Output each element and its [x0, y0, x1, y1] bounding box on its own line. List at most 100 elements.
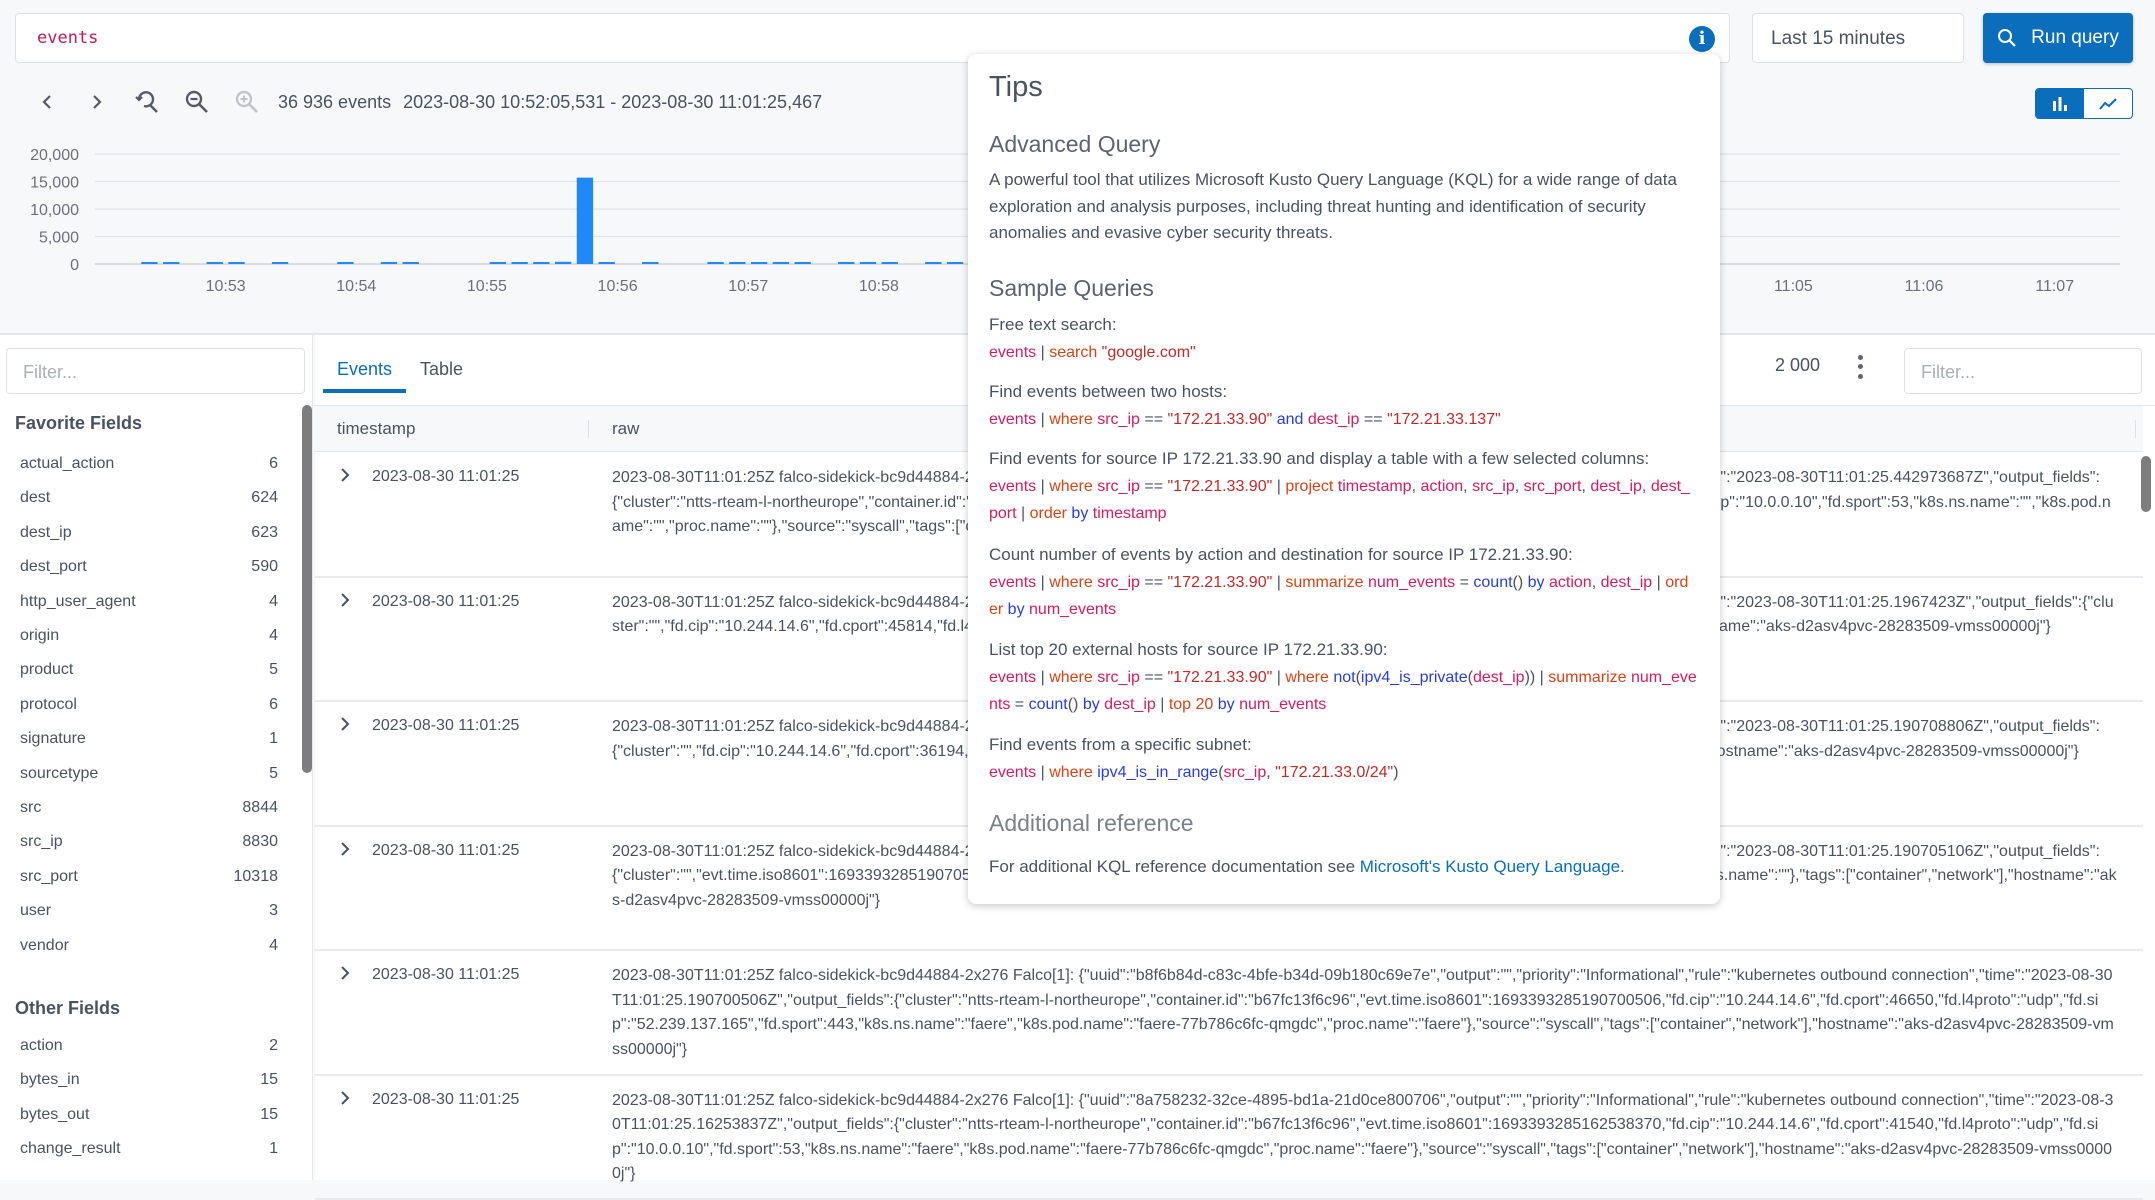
sample-query-code[interactable]: events | where src_ip == "172.21.33.90" …	[989, 406, 1697, 433]
zoom-in-icon[interactable]	[222, 86, 272, 118]
field-item[interactable]: action2	[20, 1037, 278, 1067]
histogram-bar	[642, 262, 658, 264]
line-chart-toggle[interactable]	[2084, 89, 2132, 118]
zoom-reset-icon[interactable]	[122, 86, 172, 118]
field-item[interactable]: vendor4	[20, 937, 278, 967]
query-token: events	[989, 478, 1036, 495]
field-item[interactable]: product5	[20, 661, 278, 691]
field-item[interactable]: src8844	[20, 799, 278, 829]
expand-chevron-icon[interactable]	[337, 716, 353, 732]
query-text[interactable]: events	[37, 28, 98, 48]
event-row[interactable]: 2023-08-30 11:01:25 2023-08-30T11:01:25Z…	[315, 951, 2143, 1076]
field-item[interactable]: bytes_in15	[20, 1071, 278, 1101]
query-token: ))	[1525, 669, 1536, 686]
field-item[interactable]: src_ip8830	[20, 833, 278, 863]
x-tick-label: 10:55	[467, 278, 507, 295]
field-item[interactable]: origin4	[20, 627, 278, 657]
field-name: origin	[20, 627, 59, 657]
run-query-label: Run query	[2031, 27, 2119, 49]
event-timestamp: 2023-08-30 11:01:25	[372, 468, 519, 486]
query-token: |	[1017, 505, 1030, 522]
expand-chevron-icon[interactable]	[337, 841, 353, 857]
expand-chevron-icon[interactable]	[337, 1090, 353, 1106]
field-item[interactable]: dest_port590	[20, 558, 278, 588]
sample-query-code[interactable]: events | where ipv4_is_in_range(src_ip, …	[989, 759, 1697, 786]
column-header-raw[interactable]: raw	[612, 419, 639, 439]
sidebar-scrollbar[interactable]	[302, 405, 312, 773]
field-item[interactable]: dest624	[20, 489, 278, 519]
field-item[interactable]: protocol6	[20, 696, 278, 726]
query-token: ,	[1581, 478, 1590, 495]
event-timestamp: 2023-08-30 11:01:25	[372, 593, 519, 611]
field-item[interactable]: user3	[20, 902, 278, 932]
reference-text: For additional KQL reference documentati…	[989, 857, 1360, 876]
tab-events[interactable]: Events	[323, 335, 406, 393]
sample-query-code[interactable]: events | where src_ip == "172.21.33.90" …	[989, 664, 1697, 718]
query-token: =	[1455, 574, 1473, 591]
field-count: 2	[269, 1037, 278, 1067]
field-name: bytes_out	[20, 1106, 89, 1136]
query-token: |	[1272, 669, 1285, 686]
query-token: |	[1036, 411, 1049, 428]
query-token: ,	[1592, 574, 1601, 591]
x-tick-label: 10:53	[206, 278, 246, 295]
field-name: user	[20, 902, 51, 932]
field-item[interactable]: actual_action6	[20, 455, 278, 485]
query-token: ==	[1140, 574, 1168, 591]
field-item[interactable]: src_port10318	[20, 868, 278, 898]
query-token: ()	[1513, 574, 1528, 591]
chevron-right-icon[interactable]	[72, 86, 122, 118]
field-item[interactable]: change_result1	[20, 1140, 278, 1170]
query-token: count	[1029, 696, 1068, 713]
field-item[interactable]: dest_ip623	[20, 524, 278, 554]
kql-reference-link[interactable]: Microsoft's Kusto Query Language.	[1360, 857, 1625, 876]
bar-chart-toggle[interactable]	[2036, 89, 2084, 118]
event-count: 36 936 events	[278, 92, 391, 113]
expand-chevron-icon[interactable]	[337, 592, 353, 608]
field-count: 1	[269, 730, 278, 760]
query-token: src_ip	[1097, 411, 1140, 428]
query-token: ==	[1140, 411, 1168, 428]
query-token: src_ip	[1097, 669, 1140, 686]
field-item[interactable]: signature1	[20, 730, 278, 760]
info-icon[interactable]: i	[1689, 26, 1715, 52]
query-token: ipv4_is_private	[1361, 669, 1468, 686]
field-name: actual_action	[20, 455, 114, 485]
field-count: 5	[269, 661, 278, 691]
field-name: dest	[20, 489, 50, 519]
results-scrollbar[interactable]	[2141, 456, 2151, 512]
y-tick-label: 5,000	[39, 230, 79, 247]
field-filter-input[interactable]: Filter...	[6, 348, 305, 394]
field-item[interactable]: sourcetype5	[20, 765, 278, 795]
field-item[interactable]: http_user_agent4	[20, 593, 278, 623]
advanced-query-text: A powerful tool that utilizes Microsoft …	[989, 167, 1704, 247]
expand-chevron-icon[interactable]	[337, 467, 353, 483]
sample-query-code[interactable]: events | search "google.com"	[989, 339, 1697, 366]
query-token: by	[1218, 696, 1239, 713]
query-token: project	[1285, 478, 1337, 495]
sample-query-code[interactable]: events | where src_ip == "172.21.33.90" …	[989, 569, 1697, 623]
column-resize-handle[interactable]	[2135, 420, 2136, 438]
query-token: events	[989, 669, 1036, 686]
query-token: )	[1393, 764, 1398, 781]
run-query-button[interactable]: Run query	[1983, 13, 2133, 63]
time-range-select[interactable]: Last 15 minutes	[1752, 13, 1964, 63]
results-filter-input[interactable]: Filter...	[1904, 348, 2142, 394]
query-token: ipv4_is_in_range	[1097, 764, 1218, 781]
event-row[interactable]: 2023-08-30 11:01:25 2023-08-30T11:01:25Z…	[315, 1076, 2143, 1200]
histogram-bar	[773, 262, 789, 264]
column-header-timestamp[interactable]: timestamp	[337, 419, 415, 439]
tab-table[interactable]: Table	[406, 335, 477, 405]
query-token: ,	[1642, 478, 1651, 495]
sample-query-code[interactable]: events | where src_ip == "172.21.33.90" …	[989, 473, 1697, 527]
field-count: 5	[269, 765, 278, 795]
zoom-out-icon[interactable]	[172, 86, 222, 118]
query-token: |	[1535, 669, 1548, 686]
field-item[interactable]: bytes_out15	[20, 1106, 278, 1136]
more-options-icon[interactable]	[1853, 353, 1867, 381]
query-token: ==	[1140, 478, 1168, 495]
chevron-left-icon[interactable]	[22, 86, 72, 118]
query-token: by	[1083, 696, 1104, 713]
column-resize-handle[interactable]	[588, 420, 589, 438]
expand-chevron-icon[interactable]	[337, 965, 353, 981]
